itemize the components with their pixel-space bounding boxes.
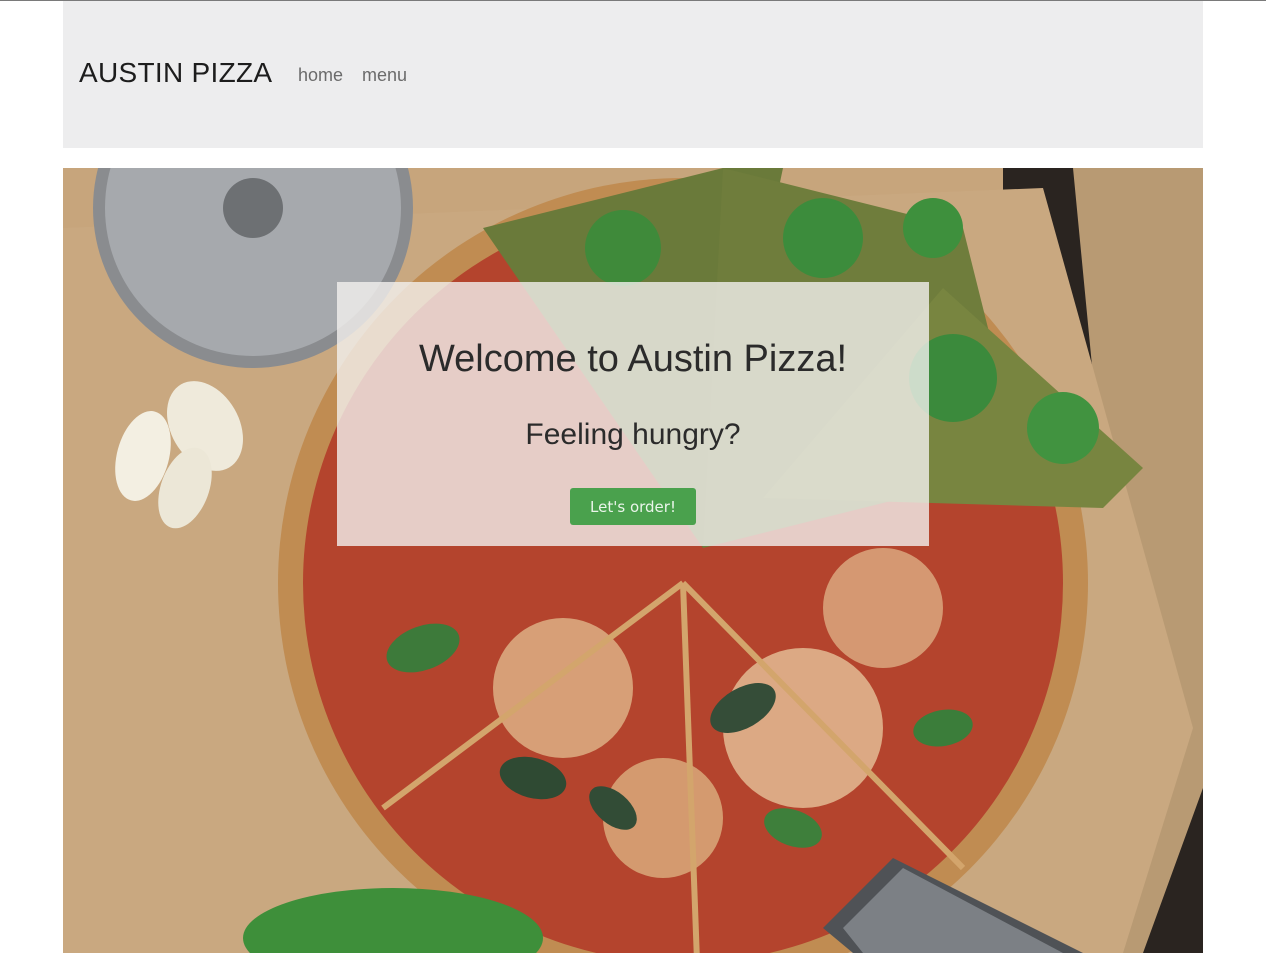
welcome-subheading: Feeling hungry? xyxy=(525,418,741,451)
navbar: AUSTIN PIZZA home menu xyxy=(63,1,1203,148)
brand-logo[interactable]: AUSTIN PIZZA xyxy=(79,59,272,87)
welcome-panel: Welcome to Austin Pizza! Feeling hungry?… xyxy=(337,282,929,546)
welcome-heading: Welcome to Austin Pizza! xyxy=(418,338,848,380)
hero-section: Welcome to Austin Pizza! Feeling hungry?… xyxy=(63,168,1203,953)
nav-link-menu[interactable]: menu xyxy=(362,66,407,84)
order-button[interactable]: Let's order! xyxy=(570,488,696,525)
nav-link-home[interactable]: home xyxy=(298,66,343,84)
